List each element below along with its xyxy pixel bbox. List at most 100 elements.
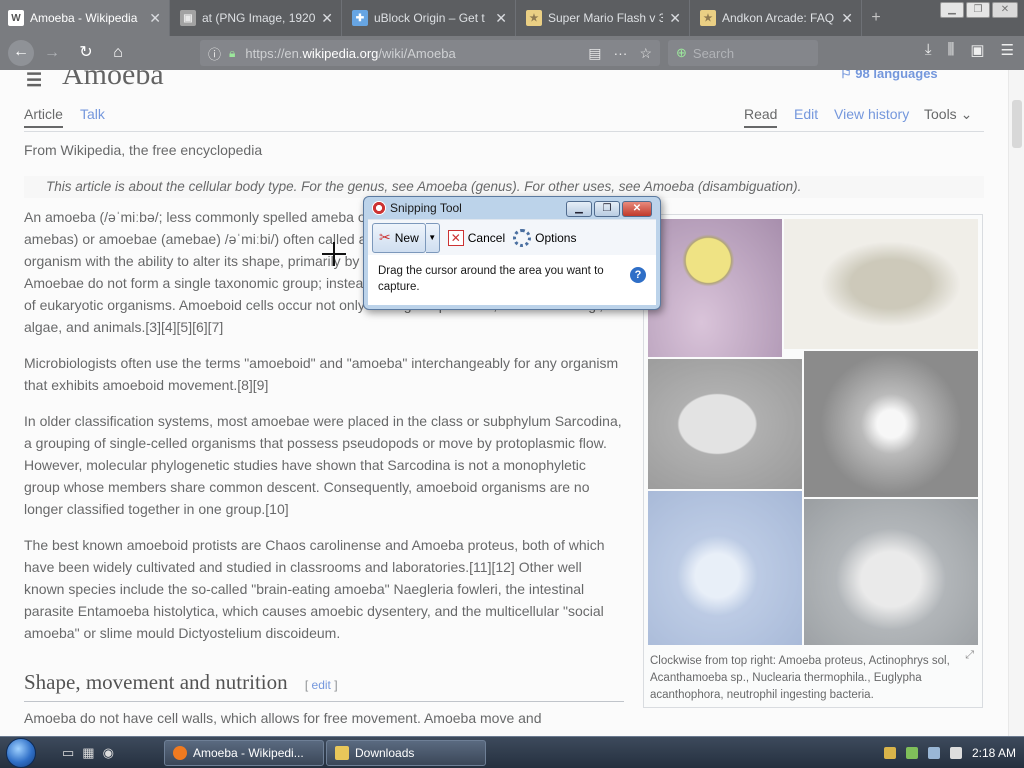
search-input[interactable]: ⊕ Search — [668, 40, 818, 66]
tab-amoeba[interactable]: W Amoeba - Wikipedia ✕ — [0, 0, 170, 36]
new-label: New — [394, 230, 419, 245]
tab-label: at (PNG Image, 1920 — [202, 11, 316, 25]
toc-icon[interactable]: ☰ — [26, 70, 42, 91]
snipping-tool-icon — [372, 201, 386, 215]
hatnote: This article is about the cellular body … — [24, 176, 984, 198]
search-engine-icon: ⊕ — [676, 45, 687, 60]
image-caption: Clockwise from top right: Amoeba proteus… — [650, 655, 950, 701]
tab-talk[interactable]: Talk — [80, 106, 105, 122]
help-icon[interactable]: ? — [630, 267, 646, 283]
options-button[interactable]: Options — [513, 228, 577, 247]
cancel-icon: ✕ — [447, 229, 464, 246]
snip-instructions: Drag the cursor around the area you want… — [368, 255, 656, 305]
close-icon[interactable]: ✕ — [841, 10, 853, 27]
close-icon[interactable]: ✕ — [149, 10, 161, 27]
network-icon[interactable] — [905, 747, 918, 759]
image-collage[interactable] — [648, 219, 978, 645]
snip-close-button[interactable]: ✕ — [622, 201, 652, 217]
cancel-button[interactable]: ✕ Cancel — [447, 229, 506, 246]
star-icon: ★ — [700, 10, 716, 26]
crosshair-cursor — [322, 242, 346, 266]
vertical-scrollbar[interactable] — [1008, 70, 1024, 736]
start-button[interactable] — [6, 738, 36, 768]
snipping-tool-window[interactable]: Snipping Tool ▁ ❐ ✕ ✂ New ▼ ✕ Cancel Opt… — [363, 196, 661, 310]
clock[interactable]: 2:18 AM — [972, 746, 1016, 760]
url-path: /wiki/Amoeba — [378, 45, 456, 61]
snipping-tool-title: Snipping Tool — [390, 201, 462, 215]
image-icon: ▣ — [180, 10, 196, 26]
firefox-icon — [173, 746, 187, 760]
enlarge-icon[interactable]: ⤢ — [965, 649, 974, 662]
lock-icon: 🔒︎ — [229, 45, 236, 60]
forward-button[interactable]: → — [40, 41, 64, 65]
tab-png-image[interactable]: ▣ at (PNG Image, 1920 ✕ — [172, 0, 342, 36]
media-icon[interactable]: ◉ — [103, 745, 114, 761]
snipping-toolbar: ✂ New ▼ ✕ Cancel Options — [368, 219, 656, 255]
address-bar[interactable]: ⓘ 🔒︎ https://en. wikipedia.org/wiki/Amoeb… — [200, 40, 660, 66]
monitor-icon[interactable] — [927, 747, 940, 759]
new-tab-button[interactable]: + — [866, 8, 886, 28]
taskbar-item-downloads[interactable]: Downloads — [326, 740, 486, 766]
section-heading-text: Shape, movement and nutrition — [24, 670, 288, 694]
back-button[interactable]: ← — [8, 40, 34, 66]
micrograph-2 — [784, 219, 978, 349]
tab-label: uBlock Origin – Get t — [374, 11, 485, 25]
tab-ublock[interactable]: ✚ uBlock Origin – Get t ✕ — [344, 0, 516, 36]
info-icon[interactable]: ⓘ — [208, 44, 221, 63]
tab-label: Super Mario Flash v 3 — [548, 11, 664, 25]
wikipedia-icon: W — [8, 10, 24, 26]
new-snip-dropdown[interactable]: ▼ — [425, 222, 440, 253]
volume-icon[interactable] — [949, 747, 962, 759]
close-icon[interactable]: ✕ — [495, 10, 507, 27]
tab-edit[interactable]: Edit — [794, 106, 818, 122]
micrograph-5 — [648, 491, 802, 645]
home-button[interactable]: ⌂ — [106, 41, 130, 65]
scrollbar-thumb[interactable] — [1012, 100, 1022, 148]
web-page: ☰ Amoeba ⚐ 98 languages Article Talk Rea… — [0, 70, 1008, 736]
tab-view-history[interactable]: View history — [834, 106, 909, 122]
quick-launch: ▭ ▦ ◉ — [62, 745, 114, 761]
cancel-label: Cancel — [467, 230, 506, 245]
minimize-button[interactable]: ▁ — [940, 2, 964, 18]
tools-menu[interactable]: Tools ⌄ — [924, 106, 972, 123]
tab-andkon[interactable]: ★ Andkon Arcade: FAQ ✕ — [692, 0, 862, 36]
url-domain: wikipedia.org — [302, 45, 379, 61]
snip-maximize-button[interactable]: ❐ — [594, 201, 620, 217]
taskbar-item-firefox[interactable]: Amoeba - Wikipedi... — [164, 740, 324, 766]
bookmark-star-icon[interactable]: ☆ — [639, 45, 652, 62]
close-window-button[interactable]: ✕ — [992, 2, 1018, 18]
paragraph-microbiologists: Microbiologists often use the terms "amo… — [24, 355, 619, 393]
maximize-button[interactable]: ❐ — [966, 2, 990, 18]
gear-icon — [513, 228, 532, 247]
shield-icon[interactable] — [883, 747, 896, 759]
page-actions-icon[interactable]: ··· — [613, 45, 627, 62]
section-edit-link[interactable]: edit — [312, 678, 331, 692]
snip-message: Drag the cursor around the area you want… — [378, 265, 604, 293]
close-icon[interactable]: ✕ — [669, 10, 681, 27]
tab-label: Andkon Arcade: FAQ — [722, 11, 835, 25]
options-label: Options — [535, 230, 577, 245]
tools-label: Tools — [924, 106, 957, 122]
download-icon[interactable]: ⤓ — [925, 41, 932, 59]
tab-article[interactable]: Article — [24, 106, 63, 128]
reload-button[interactable]: ↻ — [74, 41, 98, 65]
tab-read[interactable]: Read — [744, 106, 778, 128]
menu-icon[interactable]: ☰ — [1001, 41, 1014, 59]
languages-button[interactable]: ⚐ 98 languages — [840, 70, 938, 82]
url-prefix: https://en. — [245, 45, 303, 61]
puzzle-icon: ✚ — [352, 10, 368, 26]
tab-label: Amoeba - Wikipedia — [30, 11, 138, 25]
tab-super-mario[interactable]: ★ Super Mario Flash v 3 ✕ — [518, 0, 690, 36]
sidebar-icon[interactable]: ▣ — [970, 41, 984, 59]
close-icon[interactable]: ✕ — [321, 10, 333, 27]
snip-minimize-button[interactable]: ▁ — [566, 201, 592, 217]
new-snip-button[interactable]: ✂ New — [372, 222, 426, 253]
explorer-icon[interactable]: ▦ — [82, 745, 94, 761]
window-controls: ▁ ❐ ✕ — [940, 2, 1018, 18]
section-heading: Shape, movement and nutrition [ edit ] — [24, 670, 624, 702]
snipping-tool-titlebar: Snipping Tool — [372, 201, 462, 215]
library-icon[interactable]: ⫼ — [947, 41, 954, 59]
reader-view-icon[interactable]: ▤ — [588, 45, 601, 62]
micrograph-1 — [648, 219, 782, 357]
show-desktop-icon[interactable]: ▭ — [62, 745, 74, 761]
